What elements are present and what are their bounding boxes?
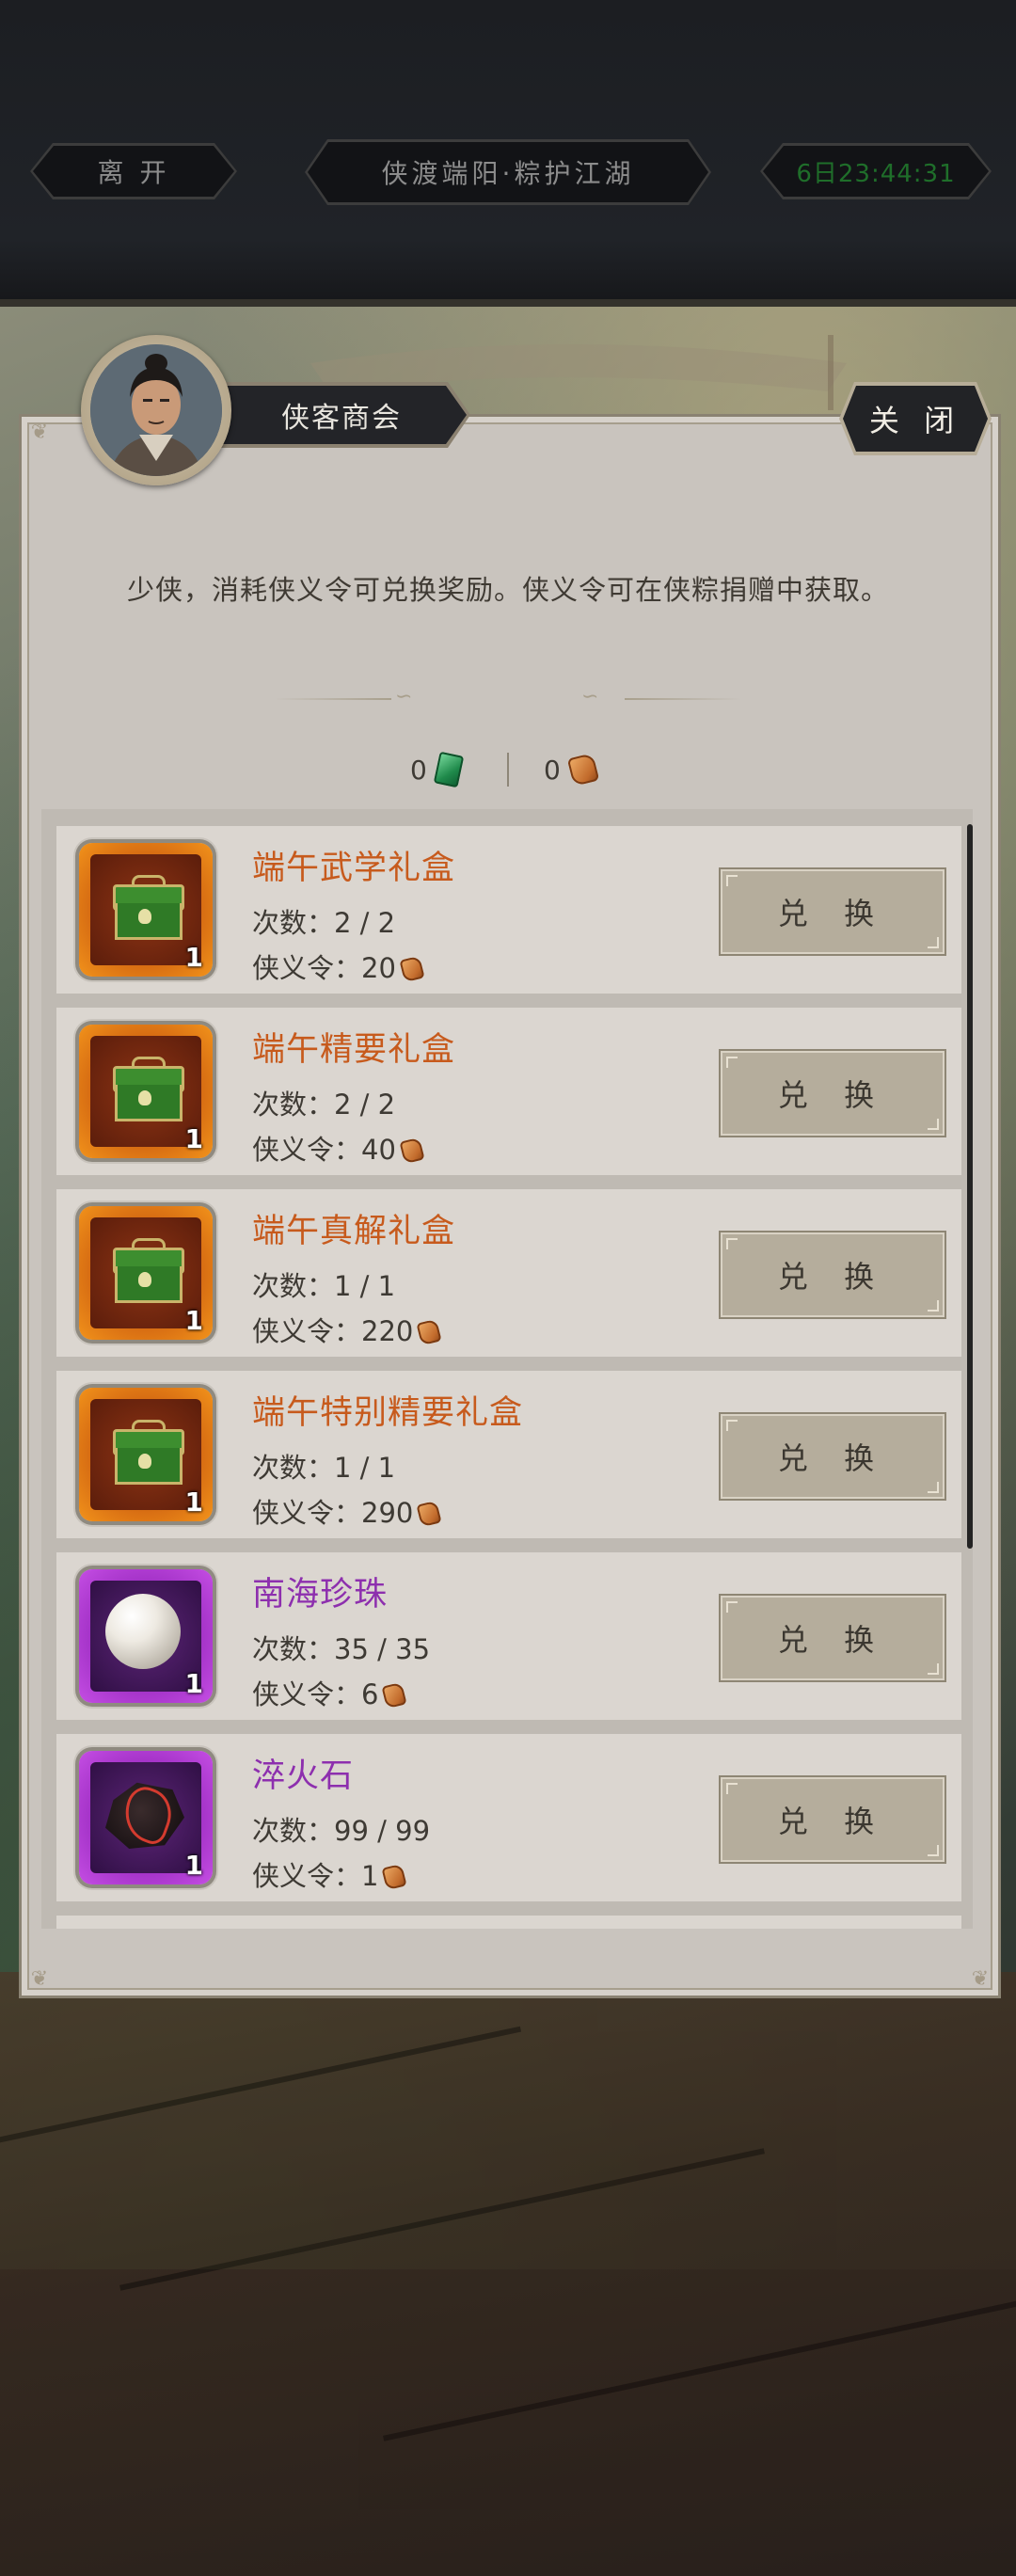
item-slot[interactable]: 1: [79, 1388, 213, 1521]
item-count: 1: [184, 1123, 203, 1154]
merchant-title: 侠客商会: [216, 386, 467, 444]
item-cost: 侠义令：40: [252, 1128, 425, 1168]
curl-ornament-icon: ∽: [395, 685, 413, 708]
corner-ornament-icon: ❦: [30, 421, 49, 444]
item-name: 淬火石: [252, 1757, 355, 1795]
item-times: 次数：2 / 2: [252, 1089, 396, 1121]
currency-divider: [507, 753, 509, 787]
xiayi-token-icon: [416, 1318, 442, 1346]
item-count: 1: [184, 942, 203, 973]
list-item: 1 端午武学礼盒 次数：2 / 2 侠义令：20 兑 换: [56, 826, 961, 994]
xiayi-token-icon: [416, 1500, 442, 1528]
exchange-button[interactable]: 兑 换: [721, 1596, 945, 1680]
list-item-partial: [56, 1916, 961, 1929]
item-slot[interactable]: 1: [79, 1751, 213, 1884]
exchange-button[interactable]: 兑 换: [721, 1777, 945, 1862]
item-slot[interactable]: 1: [79, 1569, 213, 1703]
item-name: 端午武学礼盒: [252, 850, 456, 887]
item-count: 1: [184, 1305, 203, 1336]
gift-chest-icon: [113, 1420, 184, 1485]
gift-chest-icon: [113, 875, 184, 940]
corner-ornament-icon: ❦: [30, 1967, 49, 1991]
item-name: 端午真解礼盒: [252, 1213, 456, 1250]
event-title: 侠渡端阳·粽护江湖: [308, 142, 708, 202]
item-times: 次数：99 / 99: [252, 1815, 431, 1847]
item-name: 南海珍珠: [252, 1576, 389, 1614]
list-item: 1 端午真解礼盒 次数：1 / 1 侠义令：220 兑 换: [56, 1189, 961, 1357]
panel-description: 少侠，消耗侠义令可兑换奖励。侠义令可在侠粽捐赠中获取。: [126, 574, 889, 606]
item-times: 次数：1 / 1: [252, 1270, 396, 1302]
list-item: 1 端午特别精要礼盒 次数：1 / 1 侠义令：290 兑 换: [56, 1371, 961, 1538]
gift-chest-icon: [113, 1057, 184, 1121]
exchange-list[interactable]: 1 端午武学礼盒 次数：2 / 2 侠义令：20 兑 换 1 端午精要礼盒 次数…: [41, 809, 973, 1929]
item-cost: 侠义令：1: [252, 1854, 408, 1894]
jade-currency: 0: [410, 749, 465, 790]
close-button[interactable]: 关 闭: [839, 382, 992, 455]
swordsman-portrait-icon: [90, 344, 222, 476]
list-item: 1 端午精要礼盒 次数：2 / 2 侠义令：40 兑 换: [56, 1008, 961, 1175]
divider-ornament-right: [625, 698, 741, 700]
event-timer: 6日23:44:31: [763, 146, 989, 197]
event-title-plate: 侠渡端阳·粽护江湖: [305, 139, 711, 205]
item-slot[interactable]: 1: [79, 843, 213, 977]
xiayi-token-icon: [566, 753, 600, 787]
boat-deck-background: [0, 1972, 1016, 2576]
xiayi-token-icon: [381, 1863, 408, 1891]
item-name: 端午精要礼盒: [252, 1031, 456, 1069]
close-label: 关 闭: [843, 386, 988, 452]
item-cost: 侠义令：290: [252, 1491, 442, 1531]
item-count: 1: [184, 1487, 203, 1518]
item-times: 次数：35 / 35: [252, 1633, 431, 1665]
item-times: 次数：1 / 1: [252, 1452, 396, 1484]
divider-ornament-left: [275, 698, 391, 700]
item-count: 1: [184, 1668, 203, 1699]
xiayi-token-icon: [381, 1681, 408, 1709]
curl-ornament-icon: ∽: [581, 685, 599, 708]
item-times: 次数：2 / 2: [252, 907, 396, 939]
jade-token-icon: [433, 751, 465, 788]
exchange-button[interactable]: 兑 换: [721, 1414, 945, 1499]
item-count: 1: [184, 1850, 203, 1881]
xiayi-token-icon: [399, 955, 425, 983]
item-name: 端午特别精要礼盒: [252, 1394, 524, 1432]
jade-currency-amount: 0: [410, 754, 427, 786]
exchange-button[interactable]: 兑 换: [721, 1051, 945, 1136]
xiayi-currency-amount: 0: [544, 754, 561, 786]
list-scrollbar[interactable]: [967, 824, 973, 1549]
exchange-button[interactable]: 兑 换: [721, 1232, 945, 1317]
exchange-button[interactable]: 兑 换: [721, 869, 945, 954]
pearl-icon: [105, 1594, 181, 1669]
item-slot[interactable]: 1: [79, 1025, 213, 1158]
corner-ornament-icon: ❦: [971, 1967, 990, 1991]
merchant-avatar: [81, 335, 231, 485]
leave-button[interactable]: 离 开: [30, 143, 237, 199]
top-bar: 离 开 侠渡端阳·粽护江湖 6日23:44:31: [0, 0, 1016, 307]
xiayi-currency: 0: [544, 749, 600, 790]
item-cost: 侠义令：220: [252, 1310, 442, 1349]
item-cost: 侠义令：20: [252, 946, 425, 986]
leave-label: 离 开: [33, 146, 234, 197]
list-item: 1 南海珍珠 次数：35 / 35 侠义令：6 兑 换: [56, 1552, 961, 1720]
item-slot[interactable]: 1: [79, 1206, 213, 1340]
event-timer-plate: 6日23:44:31: [760, 143, 992, 199]
item-cost: 侠义令：6: [252, 1673, 408, 1712]
xiayi-token-icon: [399, 1137, 425, 1165]
list-item: 1 淬火石 次数：99 / 99 侠义令：1 兑 换: [56, 1734, 961, 1901]
gift-chest-icon: [113, 1238, 184, 1303]
